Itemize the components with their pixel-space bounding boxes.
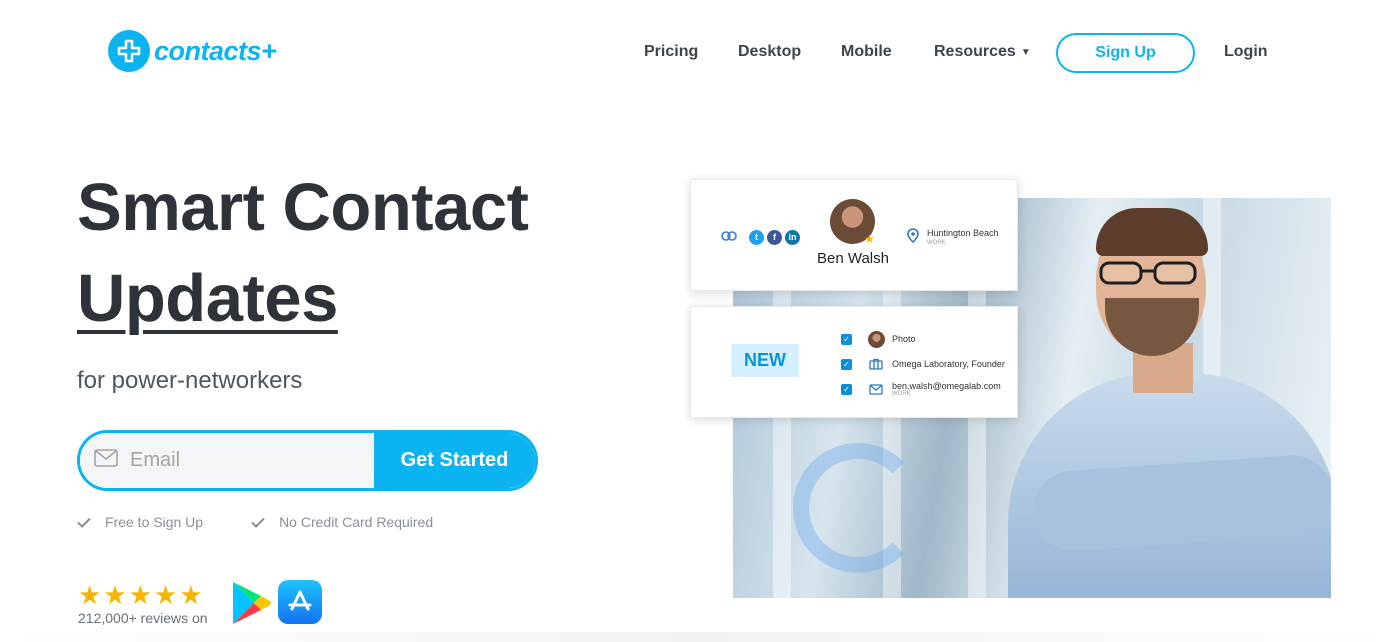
avatar bbox=[867, 330, 885, 348]
nav-resources-label: Resources bbox=[934, 43, 1016, 60]
nav-pricing[interactable]: Pricing bbox=[644, 43, 698, 61]
briefcase-icon bbox=[867, 355, 885, 373]
location: Huntington Beach WORK bbox=[907, 228, 999, 248]
star-rating: ★ ★ ★ ★ ★ bbox=[78, 582, 208, 608]
nav-resources[interactable]: Resources ▼ bbox=[934, 43, 1031, 61]
hero-title-line2: Updates bbox=[77, 261, 338, 336]
perk-item: No Credit Card Required bbox=[251, 514, 433, 530]
app-store-icon[interactable] bbox=[278, 580, 322, 624]
linkedin-icon[interactable]: in bbox=[785, 229, 800, 245]
update-row-label: Omega Laboratory, Founder bbox=[892, 359, 1005, 369]
new-badge: NEW bbox=[731, 344, 799, 377]
mail-icon bbox=[94, 449, 118, 472]
star-icon: ★ bbox=[179, 580, 202, 610]
star-icon: ★ bbox=[864, 232, 875, 246]
twitter-icon[interactable]: t bbox=[749, 229, 764, 245]
person-hair bbox=[1096, 208, 1208, 256]
login-link[interactable]: Login bbox=[1224, 43, 1268, 61]
update-row-email: ✓ ben.walsh@omegalab.com WORK bbox=[841, 380, 1001, 398]
checkbox-checked[interactable]: ✓ bbox=[841, 333, 852, 345]
main-nav: Pricing Desktop Mobile Resources ▼ Sign U… bbox=[0, 33, 1400, 73]
section-divider bbox=[0, 632, 1400, 642]
contact-name: Ben Walsh bbox=[817, 250, 889, 267]
contact-card: t f in ★ Ben Walsh Huntington Beach WORK bbox=[690, 179, 1018, 291]
signup-button[interactable]: Sign Up bbox=[1056, 33, 1195, 73]
caret-down-icon: ▼ bbox=[1020, 47, 1031, 58]
location-text: Huntington Beach bbox=[927, 228, 999, 238]
perk-item: Free to Sign Up bbox=[77, 514, 203, 530]
mail-icon bbox=[867, 380, 885, 398]
update-row-label: ben.walsh@omegalab.com bbox=[892, 381, 1001, 391]
perk-label: No Credit Card Required bbox=[279, 514, 434, 530]
reviews-rating: ★ ★ ★ ★ ★ 212,000+ reviews on bbox=[78, 582, 208, 626]
update-row-label: Photo bbox=[892, 334, 916, 344]
link-icon[interactable] bbox=[721, 228, 737, 246]
star-icon: ★ bbox=[78, 580, 101, 610]
get-started-button[interactable]: Get Started bbox=[374, 433, 535, 488]
google-play-icon[interactable] bbox=[230, 580, 272, 631]
perk-label: Free to Sign Up bbox=[105, 514, 204, 530]
update-row-company: ✓ Omega Laboratory, Founder bbox=[841, 355, 1005, 373]
checkbox-checked[interactable]: ✓ bbox=[841, 358, 852, 370]
check-icon bbox=[251, 517, 265, 528]
checkbox-checked[interactable]: ✓ bbox=[841, 383, 852, 395]
social-links: t f in bbox=[721, 228, 800, 246]
location-pin-icon bbox=[907, 228, 919, 248]
email-signup-form: Get Started bbox=[77, 430, 538, 491]
reviews-count: 212,000+ reviews on bbox=[78, 610, 208, 626]
hero-subtitle: for power-networkers bbox=[77, 367, 303, 394]
nav-desktop[interactable]: Desktop bbox=[738, 43, 801, 61]
hero-title: Smart Contact Updates bbox=[77, 162, 529, 344]
star-icon: ★ bbox=[128, 580, 152, 610]
hero-title-line1: Smart Contact bbox=[77, 170, 529, 245]
update-row-photo: ✓ Photo bbox=[841, 330, 916, 348]
star-icon: ★ bbox=[103, 580, 126, 610]
facebook-icon[interactable]: f bbox=[767, 229, 782, 245]
update-row-sub: WORK bbox=[892, 391, 911, 397]
location-label: WORK bbox=[927, 240, 946, 246]
sync-icon bbox=[793, 443, 923, 573]
star-icon: ★ bbox=[153, 580, 177, 610]
nav-mobile[interactable]: Mobile bbox=[841, 43, 892, 61]
glasses bbox=[1099, 261, 1197, 285]
email-field-wrapper[interactable] bbox=[80, 433, 374, 488]
check-icon bbox=[77, 517, 91, 528]
email-input[interactable] bbox=[130, 449, 350, 472]
update-card: NEW ✓ Photo ✓ Omega Laboratory, Founder … bbox=[690, 306, 1018, 418]
signup-perks: Free to Sign Up No Credit Card Required bbox=[77, 514, 481, 530]
